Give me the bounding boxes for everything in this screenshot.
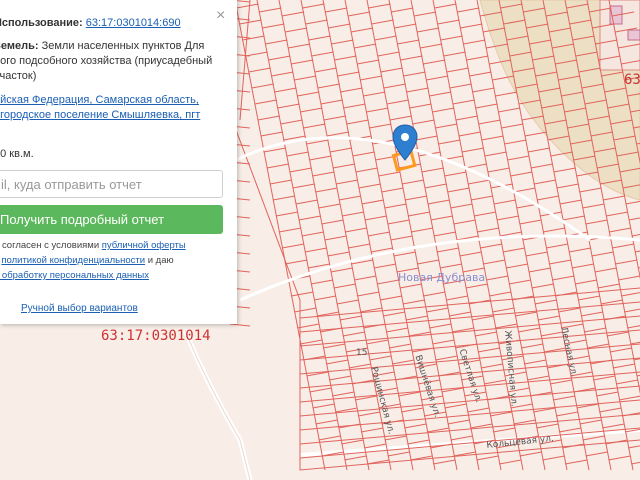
category-value: Земли населенных пунктов Для [41,40,205,52]
street-label: 15 [356,348,368,358]
map-pin-icon[interactable] [391,124,419,164]
address-line2[interactable]: , городское поселение Смышляевка, пгт [0,109,200,121]
privacy-link[interactable]: политикой конфиденциальности [1,255,145,266]
address-row: ийская Федерация, Самарская область, , г… [0,93,224,123]
email-input[interactable]: il, куда отправить отчет [0,170,223,198]
cadastral-block-label: 63:17:0301014 [101,328,211,344]
area-row: 00 кв.м. [0,147,224,162]
address-line1[interactable]: ийская Федерация, Самарская область, [0,94,199,106]
category-label: Земель: [0,40,39,52]
category-line3: участок) [0,70,37,82]
cadastral-block-partial-label: 63 [624,72,640,88]
manual-selection-link[interactable]: Ручной выбор вариантов [21,303,138,314]
category-line2: ного подсобного хозяйства (приусадебный [0,55,213,67]
parcel-info-panel: × Использование: 63:17:0301014:690 Земел… [0,0,237,324]
usage-label: Использование: [0,17,83,29]
place-name-label: Новая Дубрава [398,271,486,284]
usage-row: Использование: 63:17:0301014:690 [0,16,224,31]
category-row: Земель: Земли населенных пунктов Для ног… [0,39,224,84]
area-value: 00 кв.м. [0,148,34,160]
cadastral-number-link[interactable]: 63:17:0301014:690 [86,17,181,29]
personal-data-link[interactable]: а обработку персональных данных [0,270,149,281]
legal-text: и согласен с условиями публичной оферты … [0,238,224,283]
get-report-button[interactable]: Получить подробный отчет [0,205,223,234]
offer-link[interactable]: публичной оферты [102,240,186,251]
legal-line2-suffix: и даю [145,255,174,266]
legal-line1-text: и согласен с условиями [0,240,102,251]
